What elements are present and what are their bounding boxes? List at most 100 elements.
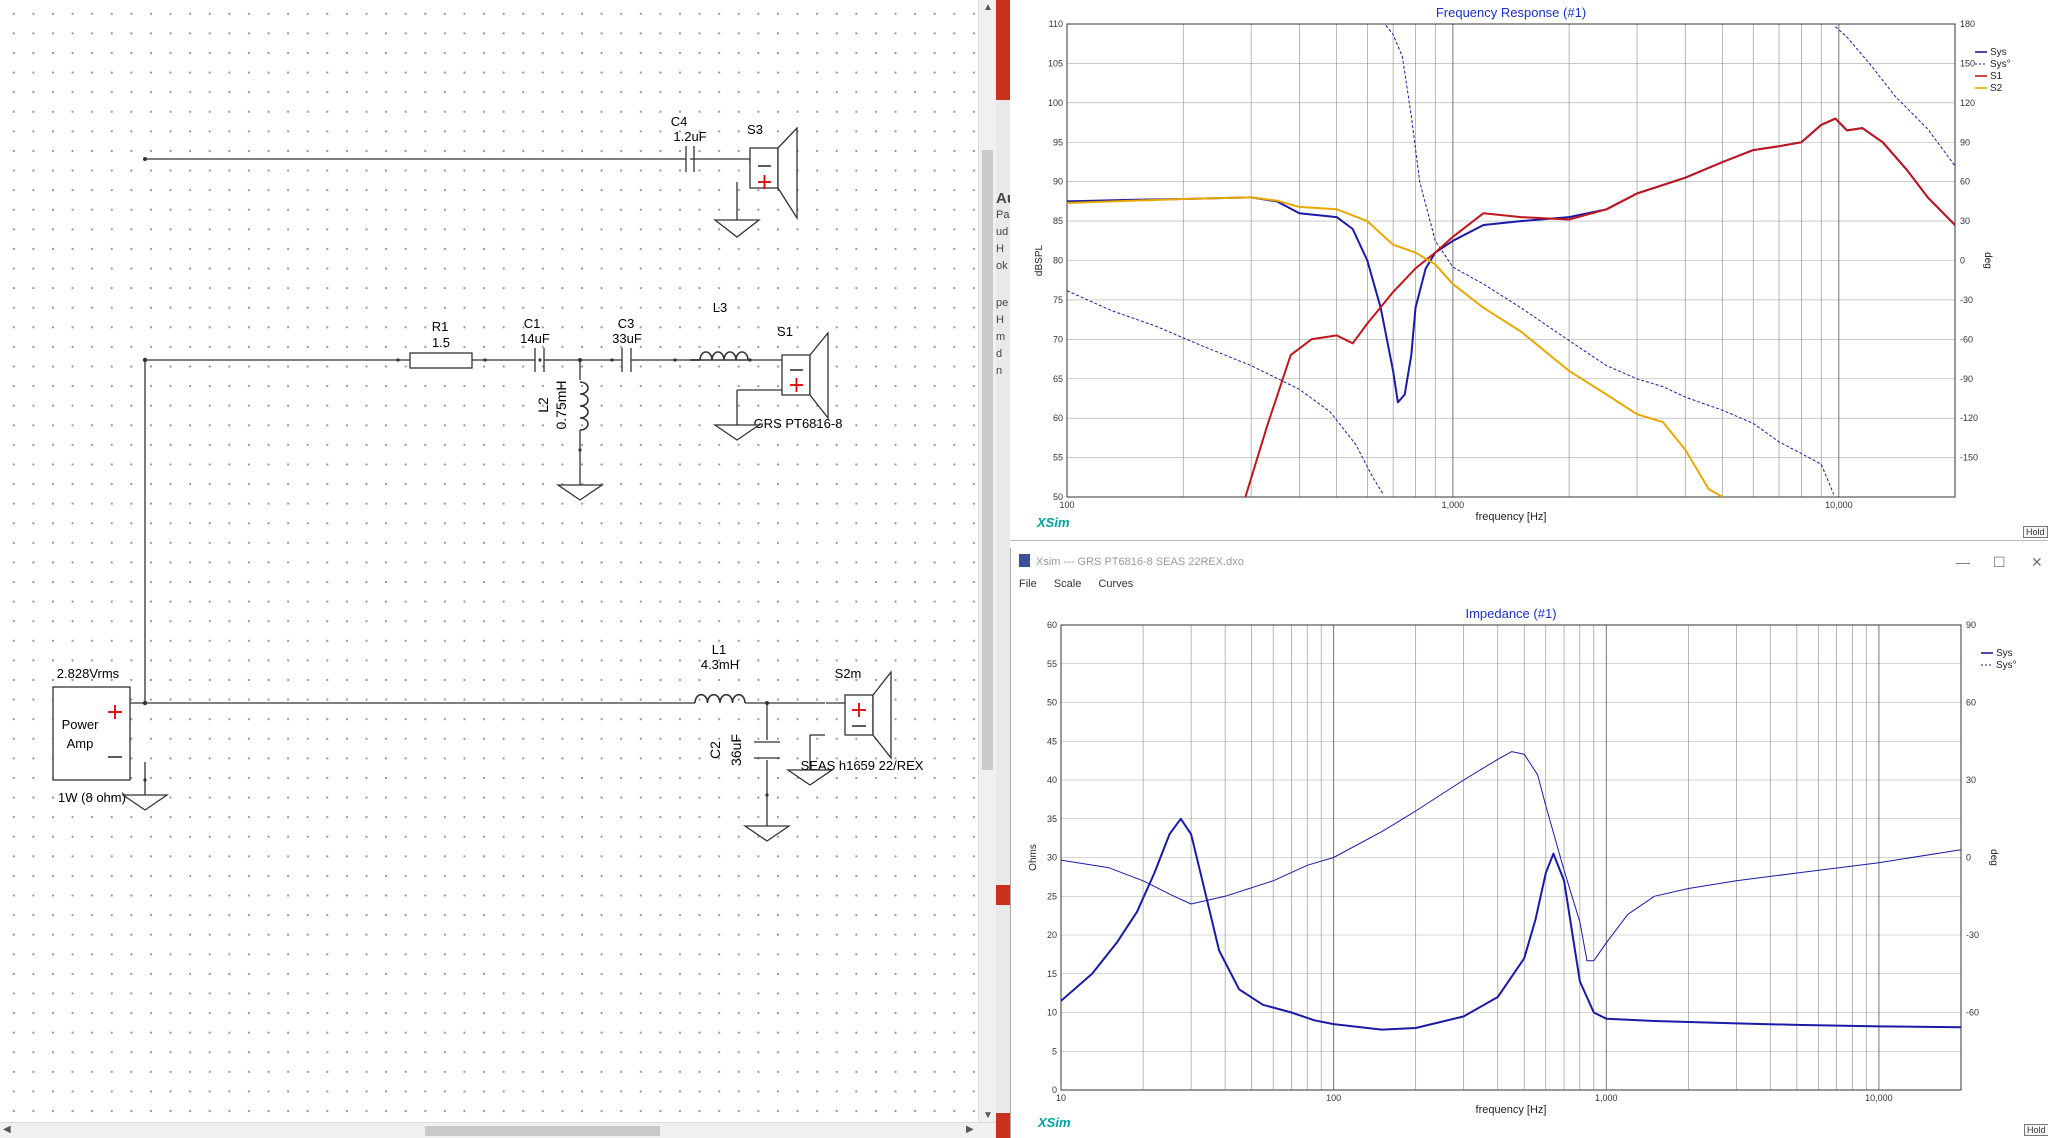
r1-value: 1.5: [432, 335, 450, 350]
c1-name: C1: [524, 316, 541, 331]
ground-symbol: [712, 424, 762, 441]
y2-tick-label: 180: [1960, 19, 1975, 29]
inductor-l1[interactable]: [694, 693, 746, 704]
scroll-down-icon[interactable]: ▼: [983, 1110, 993, 1121]
legend-label: Sys°: [1990, 59, 2011, 70]
legend-label: Sys: [1996, 648, 2013, 659]
y2-tick-label: -120: [1960, 413, 1978, 423]
y-tick-label: 35: [1047, 814, 1057, 824]
x-axis-label: frequency [Hz]: [1476, 511, 1547, 523]
speaker-s3[interactable]: [749, 126, 798, 221]
minimize-icon[interactable]: —: [1956, 554, 1970, 570]
y2-tick-label: 150: [1960, 58, 1975, 68]
close-icon[interactable]: ✕: [2031, 554, 2043, 571]
scroll-up-icon[interactable]: ▲: [983, 2, 993, 13]
capacitor-c2[interactable]: [754, 741, 780, 759]
background-text: m: [996, 331, 1006, 343]
y2-axis-label: deg: [1988, 849, 1999, 866]
y2-tick-label: 90: [1966, 620, 1976, 630]
l1-name: L1: [712, 642, 726, 657]
capacitor-c3[interactable]: [600, 348, 640, 372]
y-tick-label: 95: [1053, 137, 1063, 147]
background-window-strip[interactable]: Au Pa ud H ok pe H m d n: [996, 0, 1010, 1138]
y-tick-label: 110: [1049, 19, 1063, 29]
l3-name: L3: [713, 300, 727, 315]
series-line-sys-phase: [1067, 24, 1955, 495]
vertical-scrollbar[interactable]: ▲ ▼: [978, 0, 997, 1126]
y-tick-label: 100: [1048, 98, 1063, 108]
background-text: H: [996, 314, 1004, 326]
power-amp[interactable]: [52, 686, 131, 781]
speaker-s2m[interactable]: [826, 670, 892, 760]
ground-symbol: [713, 219, 761, 238]
inductor-l3[interactable]: [690, 351, 750, 361]
background-text: Pa: [996, 209, 1010, 221]
legend-label: Sys°: [1996, 660, 2017, 671]
background-text: pe: [996, 297, 1009, 309]
y-tick-label: 25: [1047, 891, 1057, 901]
ground-symbol: [120, 794, 170, 811]
y-tick-label: 45: [1047, 736, 1057, 746]
x-tick-label: 10,000: [1865, 1093, 1893, 1103]
y2-tick-label: 120: [1960, 98, 1975, 108]
y-tick-label: 60: [1053, 413, 1063, 423]
scroll-right-icon[interactable]: ▶: [966, 1124, 974, 1135]
l2-value: 0.75mH: [553, 380, 569, 429]
window-titlebar[interactable]: Xsim --- GRS PT6816-8 SEAS 22REX.dxo — ☐…: [1011, 548, 2048, 578]
background-text: H: [996, 243, 1004, 255]
y-tick-label: 80: [1053, 256, 1063, 266]
c1-value: 14uF: [520, 331, 550, 346]
y2-tick-label: -60: [1966, 1008, 1979, 1018]
maximize-icon[interactable]: ☐: [1993, 554, 2006, 571]
background-text: Au: [996, 190, 1010, 207]
ground-symbol: [742, 825, 792, 842]
y2-tick-label: 60: [1960, 177, 1970, 187]
y-axis-label: Ohms: [1028, 844, 1039, 871]
background-red-block: [996, 1113, 1010, 1138]
capacitor-c4[interactable]: [640, 146, 695, 172]
scroll-left-icon[interactable]: ◀: [3, 1124, 11, 1135]
menu-file[interactable]: File: [1019, 578, 1037, 590]
impedance-chart: 051015202530354045505560-60-30030609010 1…: [1028, 606, 2017, 1116]
c3-name: C3: [618, 316, 635, 331]
hold-button[interactable]: Hold: [2023, 526, 2048, 538]
background-red-block: [996, 0, 1010, 100]
resistor-r1[interactable]: [409, 352, 473, 369]
x-tick-label: 100: [1326, 1093, 1341, 1103]
series-line-s2: [1067, 196, 1724, 497]
frequency-response-window[interactable]: 50 55 60 65 70 75 80 85 90 95 100 105 110 -150 -120 -90…: [1010, 0, 2048, 541]
window-title: Xsim --- GRS PT6816-8 SEAS 22REX.dxo: [1036, 556, 1244, 568]
c4-value: 1.2uF: [673, 129, 706, 144]
y2-tick-label: 0: [1960, 256, 1965, 266]
vertical-scroll-thumb[interactable]: [982, 150, 993, 770]
impedance-window[interactable]: Xsim --- GRS PT6816-8 SEAS 22REX.dxo — ☐…: [1010, 548, 2048, 1138]
schematic-canvas[interactable]: C4 1.2uF S3 R1 1.5 C1 14uF C3 33uF L3 L2…: [0, 0, 1000, 1138]
series-line-sys: [1061, 817, 1961, 1031]
menu-scale[interactable]: Scale: [1054, 578, 1082, 590]
x-tick-label: 100: [1059, 500, 1074, 510]
r1-name: R1: [432, 319, 449, 334]
y2-tick-label: 30: [1960, 216, 1970, 226]
l2-name: L2: [535, 397, 551, 413]
inductor-l2[interactable]: [579, 381, 589, 431]
y-tick-label: 30: [1047, 853, 1057, 863]
c4-name: C4: [671, 114, 688, 129]
y2-tick-label: 60: [1966, 698, 1976, 708]
y-tick-label: 90: [1053, 177, 1063, 187]
xsim-logo: XSim: [1038, 1115, 1071, 1130]
c2-value: 36uF: [728, 734, 744, 766]
menu-curves[interactable]: Curves: [1098, 578, 1133, 590]
chart-title: Frequency Response (#1): [1436, 5, 1586, 20]
hold-button[interactable]: Hold: [2024, 1124, 2048, 1136]
x-tick-label: 1,000: [1442, 500, 1465, 510]
y2-tick-label: 90: [1960, 137, 1970, 147]
background-red-block: [996, 885, 1010, 905]
background-text: ok: [996, 260, 1008, 272]
speaker-s1[interactable]: [781, 331, 829, 420]
horizontal-scrollbar[interactable]: ◀ ▶: [0, 1122, 996, 1138]
x-tick-label: 10,000: [1825, 500, 1853, 510]
amp-name-line2: Amp: [67, 736, 94, 751]
horizontal-scroll-thumb[interactable]: [425, 1126, 660, 1136]
y-tick-label: 10: [1047, 1008, 1057, 1018]
s2m-name: S2m: [835, 666, 862, 681]
